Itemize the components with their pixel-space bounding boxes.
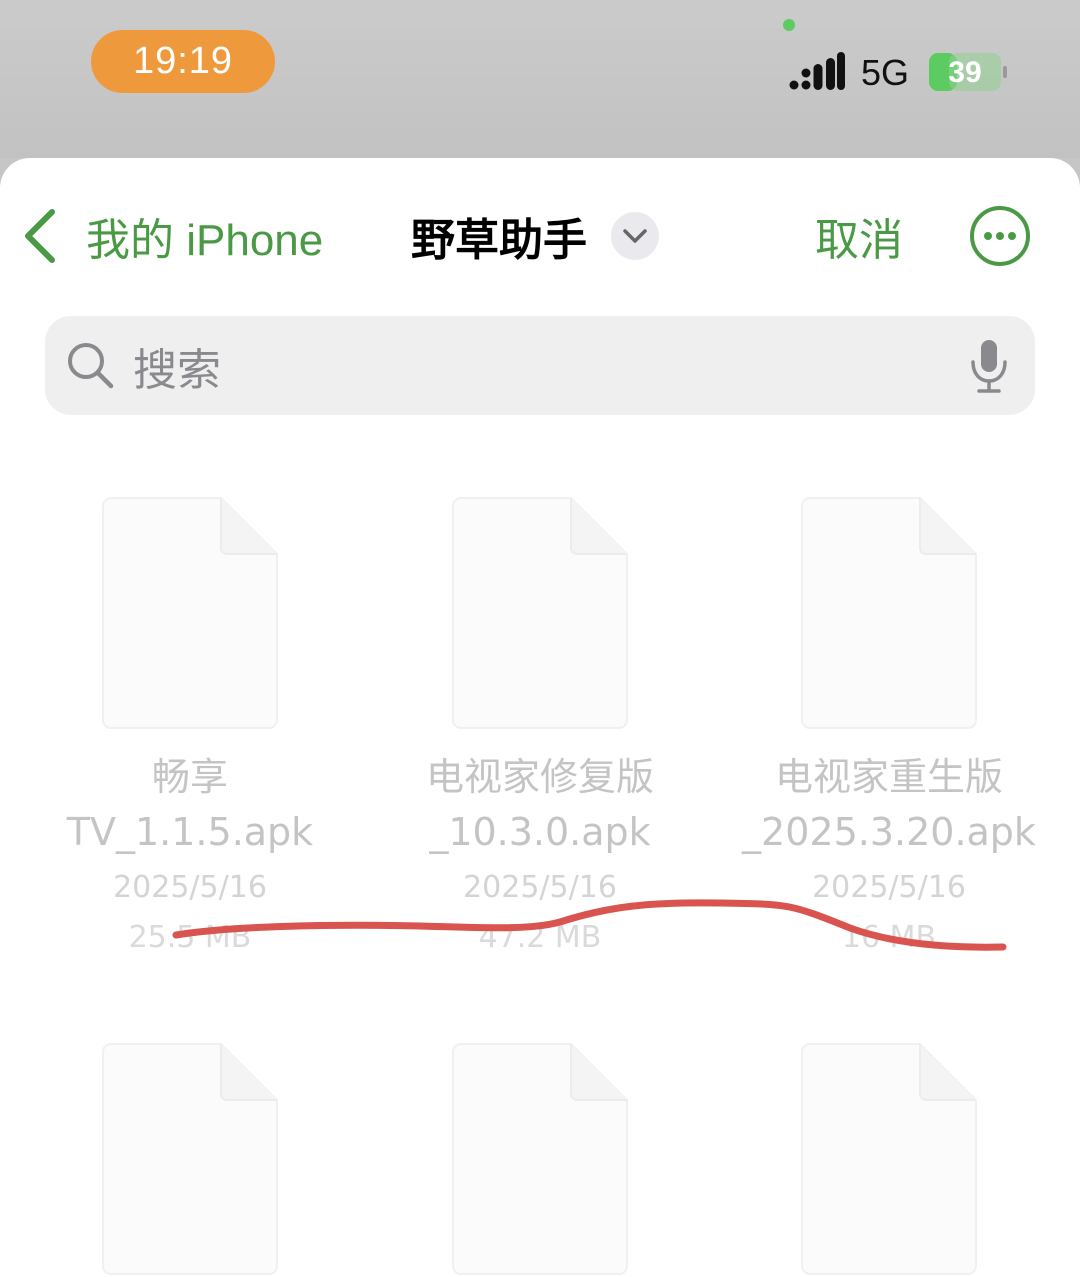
status-bar: 19:19 5G 39: [0, 0, 1080, 158]
battery-percent: 39: [948, 56, 981, 89]
file-item[interactable]: 电视家重生版 _2025.3.20.apk 2025/5/16 16 MB: [724, 496, 1054, 963]
file-item[interactable]: 畅享 TV_1.1.5.apk 2025/5/16 25.5 MB: [25, 496, 355, 963]
file-grid: 畅享 TV_1.1.5.apk 2025/5/16 25.5 MB 电视家修复版…: [0, 158, 1080, 1277]
file-size: 25.5 MB: [128, 920, 252, 955]
document-icon: [452, 497, 628, 729]
file-date: 2025/5/16: [463, 870, 617, 905]
file-name-line-1: 电视家修复版: [425, 755, 654, 799]
file-date: 2025/5/16: [113, 870, 267, 905]
cellular-signal-icon: [789, 52, 845, 90]
status-time: 19:19: [91, 30, 275, 93]
file-name-line-2: TV_1.1.5.apk: [66, 810, 314, 854]
file-item[interactable]: [375, 1042, 705, 1276]
document-icon: [801, 1043, 977, 1275]
file-name-line-1: 畅享: [151, 755, 228, 799]
file-size: 47.2 MB: [478, 920, 602, 955]
file-size: 16 MB: [841, 920, 937, 955]
file-item[interactable]: [724, 1042, 1054, 1276]
file-picker-sheet: 我的 iPhone 野草助手 取消 搜索 畅享 TV_1.1.5.apk 202…: [0, 158, 1080, 1277]
network-type: 5G: [861, 52, 910, 93]
document-icon: [801, 497, 977, 729]
document-icon: [102, 1043, 278, 1275]
document-icon: [102, 497, 278, 729]
file-date: 2025/5/16: [812, 870, 966, 905]
file-item[interactable]: 电视家修复版 _10.3.0.apk 2025/5/16 47.2 MB: [375, 496, 705, 963]
battery-icon: 39: [929, 53, 1007, 91]
privacy-indicator-dot: [783, 19, 795, 31]
file-name-line-2: _2025.3.20.apk: [742, 810, 1036, 854]
file-name-line-1: 电视家重生版: [774, 755, 1003, 799]
file-name-line-2: _10.3.0.apk: [429, 810, 651, 854]
document-icon: [452, 1043, 628, 1275]
file-item[interactable]: [25, 1042, 355, 1276]
